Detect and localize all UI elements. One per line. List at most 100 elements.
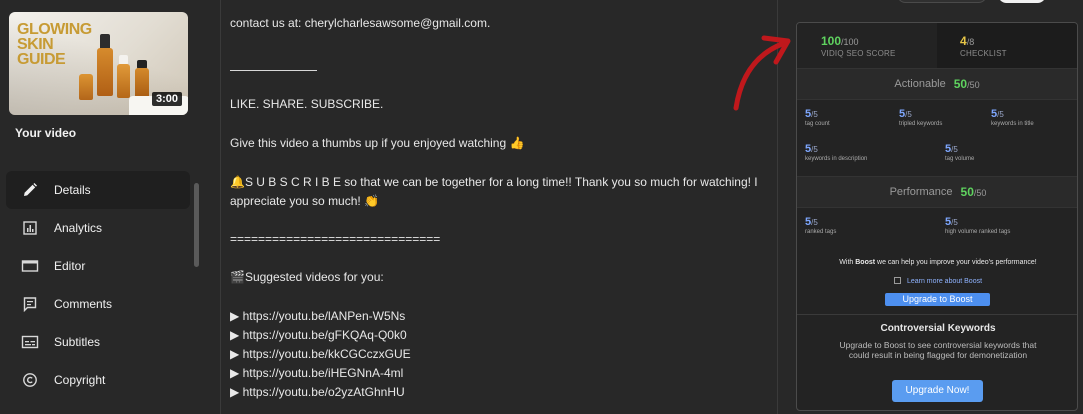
- sidebar-item-copyright[interactable]: Copyright: [6, 361, 190, 399]
- sidebar-item-label: Analytics: [54, 221, 103, 235]
- checklist-score: 4/8: [960, 34, 1077, 48]
- performance-score-denominator: /50: [973, 188, 987, 198]
- controversial-keywords-title: Controversial Keywords: [880, 323, 996, 334]
- metric-denominator: /5: [951, 145, 958, 154]
- checklist-score-value: 4: [960, 34, 967, 48]
- video-duration: 3:00: [151, 92, 182, 106]
- boost-promo-text: With Boost we can help you improve your …: [797, 259, 1077, 266]
- video-thumbnail[interactable]: GLOWING SKIN GUIDE 3:00: [9, 12, 188, 115]
- learn-more-label: Learn more about Boost: [906, 278, 983, 285]
- boost-text-pre: With: [839, 259, 856, 266]
- metric-label: keywords in description: [805, 156, 868, 162]
- sidebar-item-details[interactable]: Details: [6, 171, 190, 209]
- upgrade-to-boost-button[interactable]: Upgrade to Boost: [885, 293, 990, 306]
- metric-denominator: /5: [811, 145, 818, 154]
- description-equals-line: ==============================: [230, 232, 441, 246]
- performance-header: Performance 50/50: [797, 176, 1077, 208]
- bottle: [135, 68, 149, 98]
- tab-checklist[interactable]: 4/8 CHECKLIST: [937, 23, 1077, 68]
- analytics-icon: [6, 220, 54, 236]
- panel-divider: [797, 314, 1077, 315]
- vidiq-tabs: 100/100 VIDIQ SEO SCORE 4/8 CHECKLIST: [797, 23, 1077, 68]
- actionable-score-value: 50: [953, 77, 968, 91]
- sidebar-item-label: Editor: [54, 259, 86, 273]
- sidebar-item-subtitles[interactable]: Subtitles: [6, 323, 190, 361]
- seo-score-value: 100: [821, 34, 842, 48]
- sidebar-item-comments[interactable]: Comments: [6, 285, 190, 323]
- thumbnail-title: GLOWING SKIN GUIDE: [17, 21, 92, 68]
- copyright-icon: [6, 372, 54, 388]
- metric-denominator: /5: [811, 110, 818, 119]
- learn-more-link[interactable]: Learn more about Boost: [797, 277, 1077, 285]
- actionable-header: Actionable 50/50: [797, 68, 1077, 100]
- metric-ranked-tags: 5/5 ranked tags: [805, 216, 836, 235]
- seo-score: 100/100: [821, 34, 937, 48]
- controversial-keywords-description: Upgrade to Boost to see controversial ke…: [839, 340, 1037, 360]
- metric-label: tag count: [805, 121, 830, 127]
- sidebar-item-label: Subtitles: [54, 335, 101, 349]
- metric-label: tripled keywords: [899, 121, 943, 127]
- metric-denominator: /5: [997, 110, 1004, 119]
- sidebar-item-label: Details: [54, 183, 91, 197]
- boost-text-bold: Boost: [855, 259, 876, 266]
- metric-denominator: /5: [905, 110, 912, 119]
- description-subscribe-line: 🔔S U B S C R I B E so that we can be tog…: [230, 175, 758, 208]
- metric-label: ranked tags: [805, 229, 837, 235]
- red-arrow-icon: [733, 35, 791, 111]
- description-link[interactable]: ▶ https://youtu.be/kkCGCczxGUE: [230, 345, 770, 364]
- your-video-label: Your video: [15, 126, 77, 140]
- editor-icon: [6, 259, 54, 273]
- boost-text-post: we can help you improve your video's per…: [875, 259, 1037, 266]
- comments-icon: [6, 296, 54, 312]
- description-thumbs-line: Give this video a thumbs up if you enjoy…: [230, 136, 525, 150]
- upgrade-now-button[interactable]: Upgrade Now!: [892, 380, 983, 402]
- subtitles-icon: [6, 335, 54, 349]
- description-link[interactable]: ▶ https://youtu.be/o2yzAtGhnHU: [230, 383, 770, 402]
- top-outline-button[interactable]: [897, 0, 987, 3]
- metric-label: high volume ranked tags: [945, 229, 1011, 235]
- bottle: [117, 64, 130, 98]
- seo-score-denominator: /100: [841, 37, 859, 47]
- metric-tag-volume: 5/5 tag volume: [945, 143, 974, 162]
- metric-denominator: /5: [951, 218, 958, 227]
- top-primary-button[interactable]: [998, 0, 1046, 3]
- actionable-score-denominator: /50: [967, 80, 980, 90]
- sidebar-item-label: Comments: [54, 297, 113, 311]
- metric-high-volume-ranked-tags: 5/5 high volume ranked tags: [945, 216, 1010, 235]
- performance-score: 50/50: [961, 185, 987, 199]
- external-link-icon: [893, 277, 901, 284]
- actionable-score: 50/50: [954, 77, 980, 91]
- sidebar-scrollbar[interactable]: [194, 183, 199, 267]
- seo-score-label: VIDIQ SEO SCORE: [821, 49, 896, 58]
- metric-keywords-in-description: 5/5 keywords in description: [805, 143, 867, 162]
- description-contact-line: contact us at: cherylcharlesawsome@gmail…: [230, 16, 491, 30]
- checklist-label: CHECKLIST: [960, 49, 1007, 58]
- metric-tripled-keywords: 5/5 tripled keywords: [899, 108, 942, 127]
- bottle: [79, 74, 93, 100]
- sidebar: GLOWING SKIN GUIDE 3:00 Your video Detai…: [0, 0, 204, 414]
- divider: [220, 0, 221, 414]
- metric-denominator: /5: [811, 218, 818, 227]
- performance-label: Performance: [889, 186, 953, 198]
- performance-score-value: 50: [960, 185, 974, 199]
- description-rule: [230, 70, 317, 71]
- pencil-icon: [6, 182, 54, 198]
- sidebar-item-analytics[interactable]: Analytics: [6, 209, 190, 247]
- sidebar-item-label: Copyright: [54, 373, 106, 387]
- metric-keywords-in-title: 5/5 keywords in title: [991, 108, 1034, 127]
- metric-label: tag volume: [945, 156, 975, 162]
- metric-tag-count: 5/5 tag count: [805, 108, 830, 127]
- description-link[interactable]: ▶ https://youtu.be/lANPen-W5Ns: [230, 307, 770, 326]
- sidebar-nav: Details Analytics Editor Comments Subtit…: [6, 171, 190, 399]
- metric-label: keywords in title: [991, 121, 1034, 127]
- bottle: [97, 48, 113, 96]
- tab-seo-score[interactable]: 100/100 VIDIQ SEO SCORE: [797, 23, 937, 68]
- actionable-label: Actionable: [894, 78, 946, 90]
- sidebar-item-editor[interactable]: Editor: [6, 247, 190, 285]
- vidiq-panel: 100/100 VIDIQ SEO SCORE 4/8 CHECKLIST Ac…: [796, 22, 1078, 411]
- description-like-line: LIKE. SHARE. SUBSCRIBE.: [230, 97, 384, 111]
- description-link[interactable]: ▶ https://youtu.be/gFKQAq-Q0k0: [230, 326, 770, 345]
- description-suggested-line: 🎬Suggested videos for you:: [230, 270, 384, 284]
- checklist-score-denominator: /8: [966, 37, 975, 47]
- description-link[interactable]: ▶ https://youtu.be/iHEGNnA-4ml: [230, 364, 770, 383]
